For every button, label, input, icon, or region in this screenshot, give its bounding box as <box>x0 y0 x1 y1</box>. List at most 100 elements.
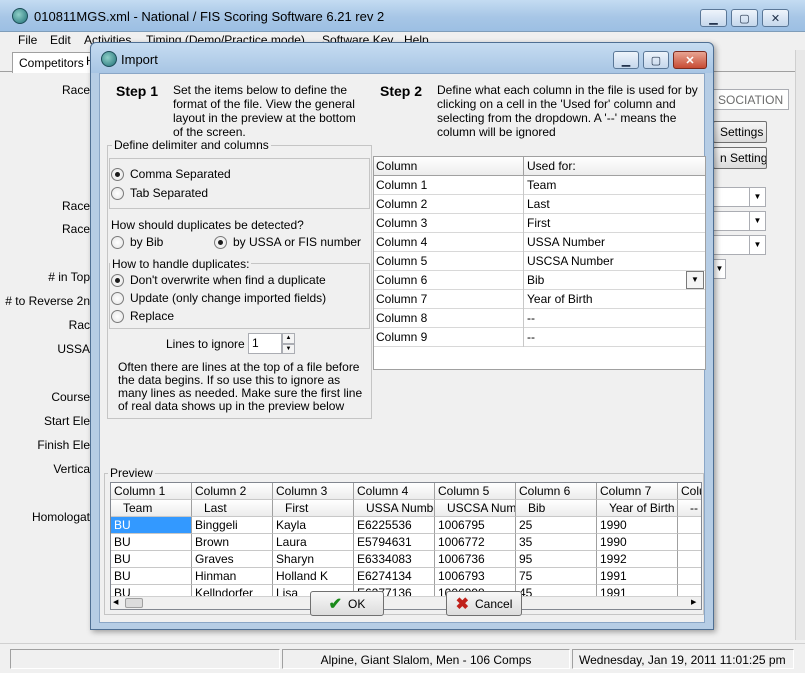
dialog-maximize-icon[interactable]: ▢ <box>643 51 669 69</box>
preview-horizontal-scrollbar[interactable]: ◀ ▶ <box>111 596 701 609</box>
by-bib-radio[interactable]: by Bib <box>111 235 163 249</box>
mapping-row[interactable]: Column 6 Bib ▼ <box>374 271 705 290</box>
cancel-button[interactable]: ✖ Cancel <box>446 591 522 616</box>
preview-cell[interactable]: 1006795 <box>435 517 516 534</box>
mapping-row[interactable]: Column 5 USCSA Number <box>374 252 705 271</box>
preview-cell[interactable]: Laura <box>273 534 354 551</box>
preview-cell[interactable]: 1006772 <box>435 534 516 551</box>
preview-cell[interactable]: 95 <box>516 551 597 568</box>
mapping-used-for-cell[interactable]: First <box>525 214 705 233</box>
mapping-used-for-cell[interactable]: Bib <box>525 271 685 290</box>
preview-cell[interactable]: Holland K <box>273 568 354 585</box>
mapping-used-for-cell[interactable]: Team <box>525 176 705 195</box>
maximize-icon[interactable]: ▢ <box>731 9 758 27</box>
mapping-row[interactable]: Column 3 First <box>374 214 705 233</box>
scroll-right-icon[interactable]: ▶ <box>691 598 696 606</box>
settings-button[interactable]: Settings <box>713 121 767 143</box>
mapping-header-row: Column Used for: <box>374 157 705 176</box>
mapping-row[interactable]: Column 9 -- <box>374 328 705 347</box>
preview-cell[interactable]: 1990 <box>597 517 678 534</box>
dialog-minimize-icon[interactable]: ▁ <box>613 51 639 69</box>
by-ussa-label: by USSA or FIS number <box>233 235 362 249</box>
column-mapping-grid[interactable]: Column Used for: Column 1 Team Column 2 Las… <box>373 156 706 370</box>
preview-cell[interactable]: Binggeli <box>192 517 273 534</box>
preview-cell[interactable]: BU <box>111 534 192 551</box>
bg-combo-2[interactable]: ▼ <box>713 211 766 231</box>
tab-competitors[interactable]: Competitors <box>12 52 91 73</box>
preview-data-row[interactable]: BU Hinman Holland K E6274134 1006793 75 1991 <box>111 568 701 585</box>
spin-down-icon[interactable]: ▼ <box>282 344 295 354</box>
mapping-column-cell: Column 5 <box>374 252 524 271</box>
dont-overwrite-radio[interactable]: Don't overwrite when find a duplicate <box>111 273 326 287</box>
preview-cell[interactable]: E5794631 <box>354 534 435 551</box>
bg-combo-1[interactable]: ▼ <box>713 187 766 207</box>
mapping-used-for-cell[interactable]: -- <box>525 328 705 347</box>
mapping-used-for-cell[interactable]: Last <box>525 195 705 214</box>
mapping-used-for-cell[interactable]: -- <box>525 309 705 328</box>
preview-cell[interactable]: 1992 <box>597 551 678 568</box>
preview-cell[interactable] <box>678 517 701 534</box>
status-cell-left <box>10 649 280 669</box>
preview-data-row[interactable]: BU Brown Laura E5794631 1006772 35 1990 <box>111 534 701 551</box>
preview-cell[interactable]: 1006736 <box>435 551 516 568</box>
preview-cell[interactable]: BU <box>111 551 192 568</box>
n-settings-button[interactable]: n Settings <box>713 147 767 169</box>
update-radio[interactable]: Update (only change imported fields) <box>111 291 326 305</box>
preview-cell[interactable]: Kayla <box>273 517 354 534</box>
preview-cell[interactable]: E6225536 <box>354 517 435 534</box>
preview-cell[interactable]: 75 <box>516 568 597 585</box>
mapping-column-cell: Column 6 <box>374 271 524 290</box>
ok-button[interactable]: ✔ OK <box>310 591 384 616</box>
scroll-thumb[interactable] <box>125 598 143 608</box>
bg-combo-4[interactable]: ▼ <box>713 259 726 279</box>
preview-grid[interactable]: Column 1 Column 2 Column 3 Column 4 Column 5… <box>110 482 702 610</box>
mapping-row[interactable]: Column 8 -- <box>374 309 705 328</box>
preview-cell[interactable]: BU <box>111 568 192 585</box>
replace-radio[interactable]: Replace <box>111 309 174 323</box>
menu-edit[interactable]: Edit <box>50 33 71 47</box>
mapping-used-for-cell[interactable]: Year of Birth <box>525 290 705 309</box>
tab-radio[interactable]: Tab Separated <box>111 186 208 200</box>
preview-cell[interactable]: 1006793 <box>435 568 516 585</box>
mapping-row[interactable]: Column 2 Last <box>374 195 705 214</box>
main-scrollbar[interactable] <box>795 50 805 640</box>
mapping-column-cell: Column 4 <box>374 233 524 252</box>
preview-data-row[interactable]: BU Binggeli Kayla E6225536 1006795 25 1990 <box>111 517 701 534</box>
preview-header-cell: -- <box>678 500 701 517</box>
scroll-left-icon[interactable]: ◀ <box>113 598 118 606</box>
preview-cell[interactable]: 1991 <box>597 568 678 585</box>
mapping-row[interactable]: Column 1 Team <box>374 176 705 195</box>
by-ussa-radio[interactable]: by USSA or FIS number <box>214 235 361 249</box>
preview-cell[interactable] <box>678 568 701 585</box>
preview-cell[interactable]: BU <box>111 517 192 534</box>
bg-combo-3[interactable]: ▼ <box>713 235 766 255</box>
spin-up-icon[interactable]: ▲ <box>282 333 295 344</box>
radio-icon <box>111 186 124 200</box>
mapping-used-for-cell[interactable]: USCSA Number <box>525 252 705 271</box>
preview-cell[interactable]: E6274134 <box>354 568 435 585</box>
preview-cell[interactable]: 1990 <box>597 534 678 551</box>
window-title: 010811MGS.xml - National / FIS Scoring S… <box>34 9 385 24</box>
mapping-row[interactable]: Column 7 Year of Birth <box>374 290 705 309</box>
preview-cell[interactable]: 25 <box>516 517 597 534</box>
menu-file[interactable]: File <box>18 33 37 47</box>
preview-cell[interactable]: Brown <box>192 534 273 551</box>
preview-cell[interactable]: Hinman <box>192 568 273 585</box>
preview-cell[interactable]: Sharyn <box>273 551 354 568</box>
preview-cell[interactable]: 35 <box>516 534 597 551</box>
used-for-dropdown-icon[interactable]: ▼ <box>686 271 704 289</box>
lines-to-ignore-input[interactable]: 1 <box>248 333 282 354</box>
mapping-row[interactable]: Column 4 USSA Number <box>374 233 705 252</box>
preview-cell[interactable]: Graves <box>192 551 273 568</box>
association-field[interactable]: SOCIATION <box>713 89 789 110</box>
handle-group-caption: How to handle duplicates: <box>110 257 252 271</box>
dialog-close-icon[interactable]: ✕ <box>673 51 707 69</box>
preview-cell[interactable]: E6334083 <box>354 551 435 568</box>
mapping-used-for-cell[interactable]: USSA Number <box>525 233 705 252</box>
minimize-icon[interactable]: ▁ <box>700 9 727 27</box>
preview-cell[interactable] <box>678 551 701 568</box>
preview-data-row[interactable]: BU Graves Sharyn E6334083 1006736 95 1992 <box>111 551 701 568</box>
comma-radio[interactable]: Comma Separated <box>111 167 231 181</box>
close-icon[interactable]: ✕ <box>762 9 789 27</box>
preview-cell[interactable] <box>678 534 701 551</box>
